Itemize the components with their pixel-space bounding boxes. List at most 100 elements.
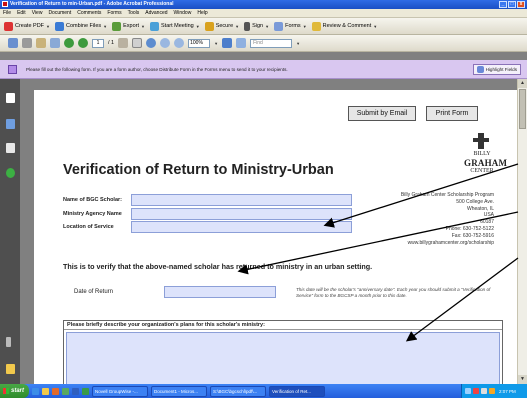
menu-help[interactable]: Help bbox=[197, 9, 207, 17]
fit-width-icon[interactable] bbox=[236, 38, 247, 48]
chevron-down-icon: ▼ bbox=[195, 23, 200, 29]
select-tool-icon[interactable] bbox=[132, 38, 143, 48]
window-title: Verification of Return to min-Urban.pdf … bbox=[10, 1, 174, 7]
quick-launch-ie-icon[interactable] bbox=[32, 387, 40, 395]
scroll-down-icon[interactable]: ▼ bbox=[518, 375, 527, 384]
zoom-in-icon[interactable] bbox=[174, 38, 185, 48]
menu-forms[interactable]: Forms bbox=[107, 9, 121, 17]
page-number-input[interactable]: 1 bbox=[92, 38, 104, 48]
search-icon[interactable] bbox=[50, 38, 60, 48]
location-field[interactable] bbox=[131, 221, 352, 233]
export-button[interactable]: Export ▼ bbox=[112, 21, 146, 31]
quick-launch-media-icon[interactable] bbox=[52, 387, 60, 395]
location-label: Location of Service bbox=[63, 224, 114, 230]
signatures-icon[interactable] bbox=[6, 143, 15, 153]
quick-launch-excel-icon[interactable] bbox=[82, 387, 90, 395]
message-text: Please fill out the following form. If y… bbox=[26, 67, 288, 72]
comment-icon bbox=[311, 21, 321, 31]
maximize-button[interactable]: □ bbox=[508, 1, 516, 8]
scroll-up-icon[interactable]: ▲ bbox=[518, 79, 527, 88]
ministry-plans-field[interactable] bbox=[66, 332, 500, 384]
address-block: Billy Graham Center Scholarship Program … bbox=[400, 192, 494, 246]
email-icon[interactable] bbox=[36, 38, 46, 48]
document-area: Submit by Email Print Form BILLY GRAHAM … bbox=[20, 79, 517, 384]
quick-launch-word-icon[interactable] bbox=[72, 387, 80, 395]
menu-comments[interactable]: Comments bbox=[77, 9, 101, 17]
window-controls: _ □ x bbox=[499, 1, 525, 8]
close-button[interactable]: x bbox=[517, 1, 525, 8]
system-tray: 2:07 PM bbox=[461, 384, 527, 398]
acrobat-window: Verification of Return to min-Urban.pdf … bbox=[0, 0, 527, 398]
menu-edit[interactable]: Edit bbox=[17, 9, 26, 17]
windows-taskbar: start Novell GroupWise -... Document1 - … bbox=[0, 384, 527, 398]
task-explorer-folder[interactable]: S:\BGC\bgcschl\pdf\... bbox=[210, 385, 267, 397]
menu-file[interactable]: File bbox=[3, 9, 11, 17]
submit-by-email-button[interactable]: Submit by Email bbox=[348, 106, 416, 121]
create-pdf-button[interactable]: Create PDF ▼ bbox=[4, 21, 50, 31]
sign-button[interactable]: Sign ▼ bbox=[244, 21, 269, 31]
start-meeting-button[interactable]: Start Meeting ▼ bbox=[150, 21, 200, 31]
combine-files-button[interactable]: Combine Files ▼ bbox=[55, 21, 108, 31]
menu-bar: File Edit View Document Comments Forms T… bbox=[0, 9, 527, 18]
zoom-tool-icon[interactable] bbox=[146, 38, 157, 48]
ministry-plans-heading: Please briefly describe your organizatio… bbox=[64, 321, 502, 330]
menu-tools[interactable]: Tools bbox=[128, 9, 140, 17]
chevron-down-icon[interactable]: ▼ bbox=[214, 41, 218, 46]
ministry-plans-box: Please briefly describe your organizatio… bbox=[63, 320, 503, 384]
task-word-document[interactable]: Document1 - Micros... bbox=[151, 385, 208, 397]
paperclip-icon[interactable] bbox=[6, 337, 11, 347]
navigation-panel bbox=[0, 79, 20, 384]
export-icon bbox=[112, 21, 122, 31]
vertical-scrollbar[interactable]: ▲ ▼ bbox=[517, 79, 527, 384]
print-icon[interactable] bbox=[22, 38, 32, 48]
next-page-icon[interactable] bbox=[78, 38, 88, 48]
zoom-out-icon[interactable] bbox=[160, 38, 171, 48]
pages-icon[interactable] bbox=[6, 93, 15, 103]
verification-statement: This is to verify that the above-named s… bbox=[63, 262, 373, 271]
minimize-button[interactable]: _ bbox=[499, 1, 507, 8]
forms-button[interactable]: Forms ▼ bbox=[274, 21, 307, 31]
menu-document[interactable]: Document bbox=[48, 9, 71, 17]
tray-antivirus-icon[interactable] bbox=[473, 388, 479, 394]
highlight-fields-button[interactable]: Highlight Fields bbox=[472, 64, 521, 75]
agency-name-label: Ministry Agency Name bbox=[63, 211, 122, 217]
windows-flag-icon bbox=[3, 388, 9, 394]
tray-update-icon[interactable] bbox=[489, 388, 495, 394]
save-icon[interactable] bbox=[8, 38, 18, 48]
highlight-icon bbox=[476, 66, 484, 73]
start-button[interactable]: start bbox=[0, 384, 30, 398]
task-toolbar: Create PDF ▼ Combine Files ▼ Export ▼ Start… bbox=[0, 18, 527, 35]
chevron-down-icon: ▼ bbox=[141, 23, 146, 29]
chevron-down-icon[interactable]: ▼ bbox=[296, 41, 300, 46]
secure-button[interactable]: Secure ▼ bbox=[204, 21, 239, 31]
pdf-page: Submit by Email Print Form BILLY GRAHAM … bbox=[34, 90, 517, 384]
bookmarks-icon[interactable] bbox=[6, 119, 15, 129]
previous-page-icon[interactable] bbox=[64, 38, 74, 48]
page-total: / 1 bbox=[108, 40, 115, 46]
comments-icon[interactable] bbox=[6, 364, 15, 374]
task-acrobat[interactable]: Verification of Ret... bbox=[269, 385, 326, 397]
form-info-icon bbox=[8, 65, 17, 74]
hand-tool-icon[interactable] bbox=[118, 38, 129, 48]
menu-window[interactable]: Window bbox=[174, 9, 192, 17]
fields-icon[interactable] bbox=[6, 168, 15, 178]
tray-volume-icon[interactable] bbox=[481, 388, 487, 394]
zoom-level-select[interactable]: 100% bbox=[188, 38, 211, 48]
print-form-button[interactable]: Print Form bbox=[426, 106, 478, 121]
review-comment-button[interactable]: Review & Comment ▼ bbox=[311, 21, 377, 31]
quick-launch-folder-icon[interactable] bbox=[42, 387, 50, 395]
fit-page-icon[interactable] bbox=[222, 38, 233, 48]
date-of-return-field[interactable] bbox=[164, 286, 276, 298]
chevron-down-icon: ▼ bbox=[103, 23, 108, 29]
menu-advanced[interactable]: Advanced bbox=[145, 9, 167, 17]
task-groupwise[interactable]: Novell GroupWise -... bbox=[92, 385, 149, 397]
find-input[interactable]: Find bbox=[250, 38, 293, 48]
menu-view[interactable]: View bbox=[32, 9, 43, 17]
quick-launch-desktop-icon[interactable] bbox=[62, 387, 70, 395]
acrobat-app-icon bbox=[2, 1, 8, 7]
scrollbar-thumb[interactable] bbox=[519, 89, 526, 129]
date-of-return-label: Date of Return bbox=[74, 289, 114, 295]
agency-name-field[interactable] bbox=[131, 208, 352, 220]
scholar-name-field[interactable] bbox=[131, 194, 352, 206]
tray-network-icon[interactable] bbox=[465, 388, 471, 394]
